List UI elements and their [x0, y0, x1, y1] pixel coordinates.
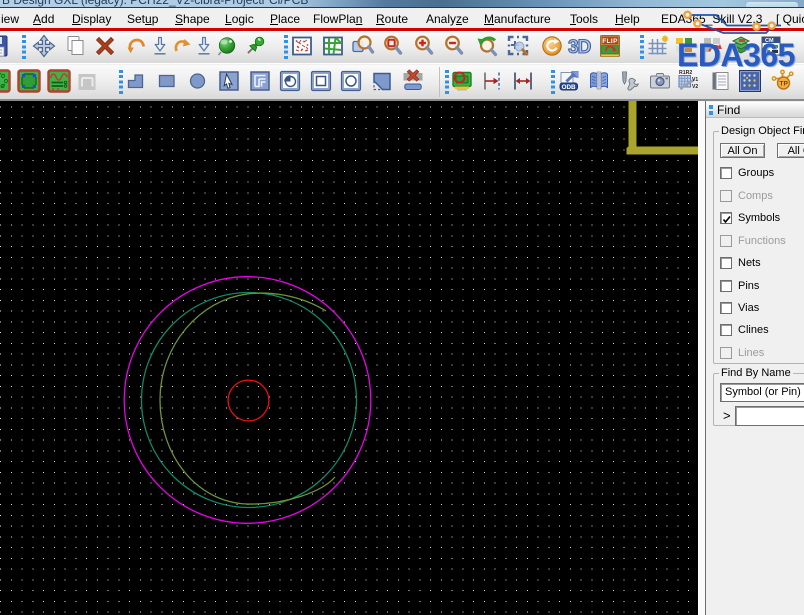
svg-text:TP: TP [779, 81, 788, 88]
svg-text:FLIP: FLIP [602, 38, 618, 45]
svg-text:V2: V2 [692, 84, 698, 90]
svg-text:V1: V1 [692, 77, 698, 83]
svg-text:3D: 3D [568, 37, 591, 58]
svg-text:ODB: ODB [561, 84, 575, 91]
